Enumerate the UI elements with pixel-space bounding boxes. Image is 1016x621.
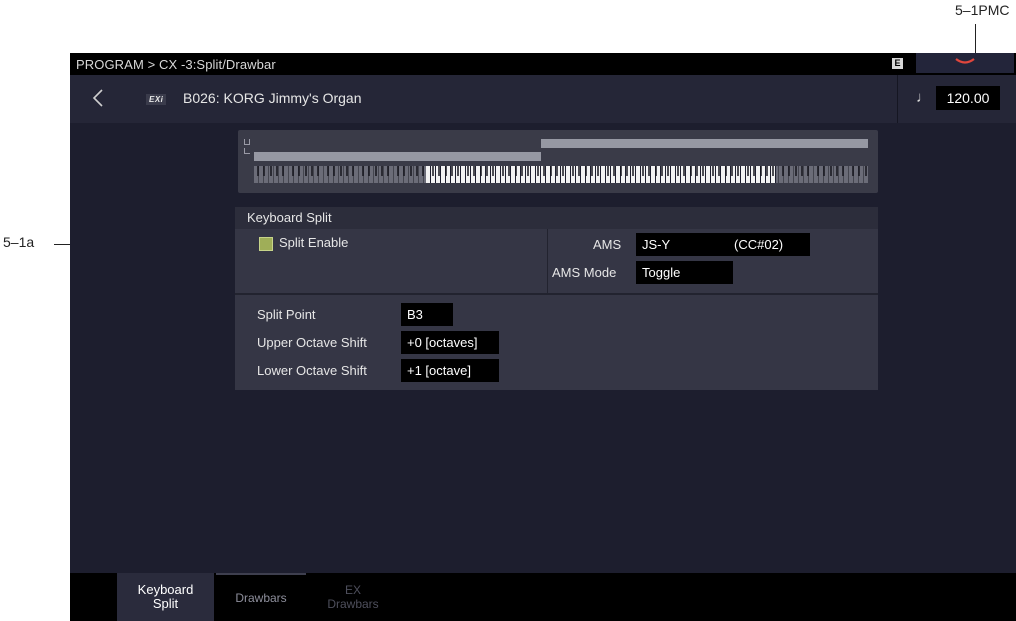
tab-label: Keyboard	[137, 582, 194, 597]
top-bar: PROGRAM > CX -3:Split/Drawbar E	[70, 53, 1016, 75]
annotation-pmc: 5–1PMC	[955, 2, 1010, 18]
page-menu-button[interactable]	[916, 53, 1014, 73]
tab-ex-drawbars[interactable]: EX Drawbars	[308, 573, 398, 621]
tempo-field[interactable]: 120.00	[936, 86, 1000, 110]
back-button[interactable]	[92, 88, 122, 110]
annotation-split-enable: 5–1a	[3, 234, 35, 250]
divider	[235, 293, 878, 295]
tab-bar: Keyboard Split Drawbars EX Drawbars	[70, 573, 1016, 621]
chevron-down-icon	[955, 58, 975, 64]
tab-label: Split	[152, 596, 179, 611]
header-divider	[897, 75, 898, 123]
split-enable-checkbox[interactable]	[259, 237, 273, 251]
upper-zone-bar	[541, 139, 868, 148]
split-enable-label[interactable]: Split Enable	[279, 235, 348, 250]
upper-octave-shift-field[interactable]: +0 [octaves]	[401, 331, 499, 354]
ams-source: JS-Y	[642, 237, 671, 252]
ams-mode-field[interactable]: Toggle	[636, 261, 733, 284]
ams-field[interactable]: JS-Y (CC#02)	[636, 233, 810, 256]
breadcrumb: PROGRAM > CX -3:Split/Drawbar	[76, 57, 276, 72]
keyboard-zone-display	[238, 130, 878, 193]
keyboard-black-keys	[254, 166, 868, 176]
split-point-field[interactable]: B3	[401, 303, 453, 326]
chevron-left-icon	[92, 89, 103, 107]
tab-keyboard-split[interactable]: Keyboard Split	[117, 573, 214, 621]
lower-zone-icon	[244, 148, 250, 154]
program-screen: PROGRAM > CX -3:Split/Drawbar E EXi B026…	[70, 53, 1016, 621]
engine-badge: EXi	[146, 94, 167, 105]
split-point-label: Split Point	[257, 307, 316, 322]
program-header: EXi B026: KORG Jimmy's Organ ♩ 120.00	[70, 75, 1016, 123]
ams-label: AMS	[593, 237, 622, 252]
annotation-leader-line	[975, 24, 976, 54]
edit-indicator-badge: E	[892, 58, 903, 69]
ams-mode-label: AMS Mode	[552, 265, 617, 280]
quarter-note-icon: ♩	[916, 89, 931, 106]
lower-zone-bar	[254, 152, 541, 161]
program-name[interactable]: B026: KORG Jimmy's Organ	[183, 90, 362, 106]
panel-title: Keyboard Split	[235, 207, 878, 229]
upper-zone-icon	[244, 139, 250, 145]
upper-octave-shift-label: Upper Octave Shift	[257, 335, 367, 350]
ams-cc: (CC#02)	[734, 237, 784, 252]
divider	[547, 229, 548, 293]
tab-label: EX	[344, 583, 361, 597]
tab-label: Drawbars	[327, 597, 379, 611]
tab-label: Drawbars	[235, 591, 287, 605]
lower-octave-shift-label: Lower Octave Shift	[257, 363, 367, 378]
tab-drawbars[interactable]: Drawbars	[216, 573, 306, 621]
keyboard-split-panel: Keyboard Split Split Enable AMS JS-Y (CC…	[235, 207, 878, 390]
lower-octave-shift-field[interactable]: +1 [octave]	[401, 359, 499, 382]
